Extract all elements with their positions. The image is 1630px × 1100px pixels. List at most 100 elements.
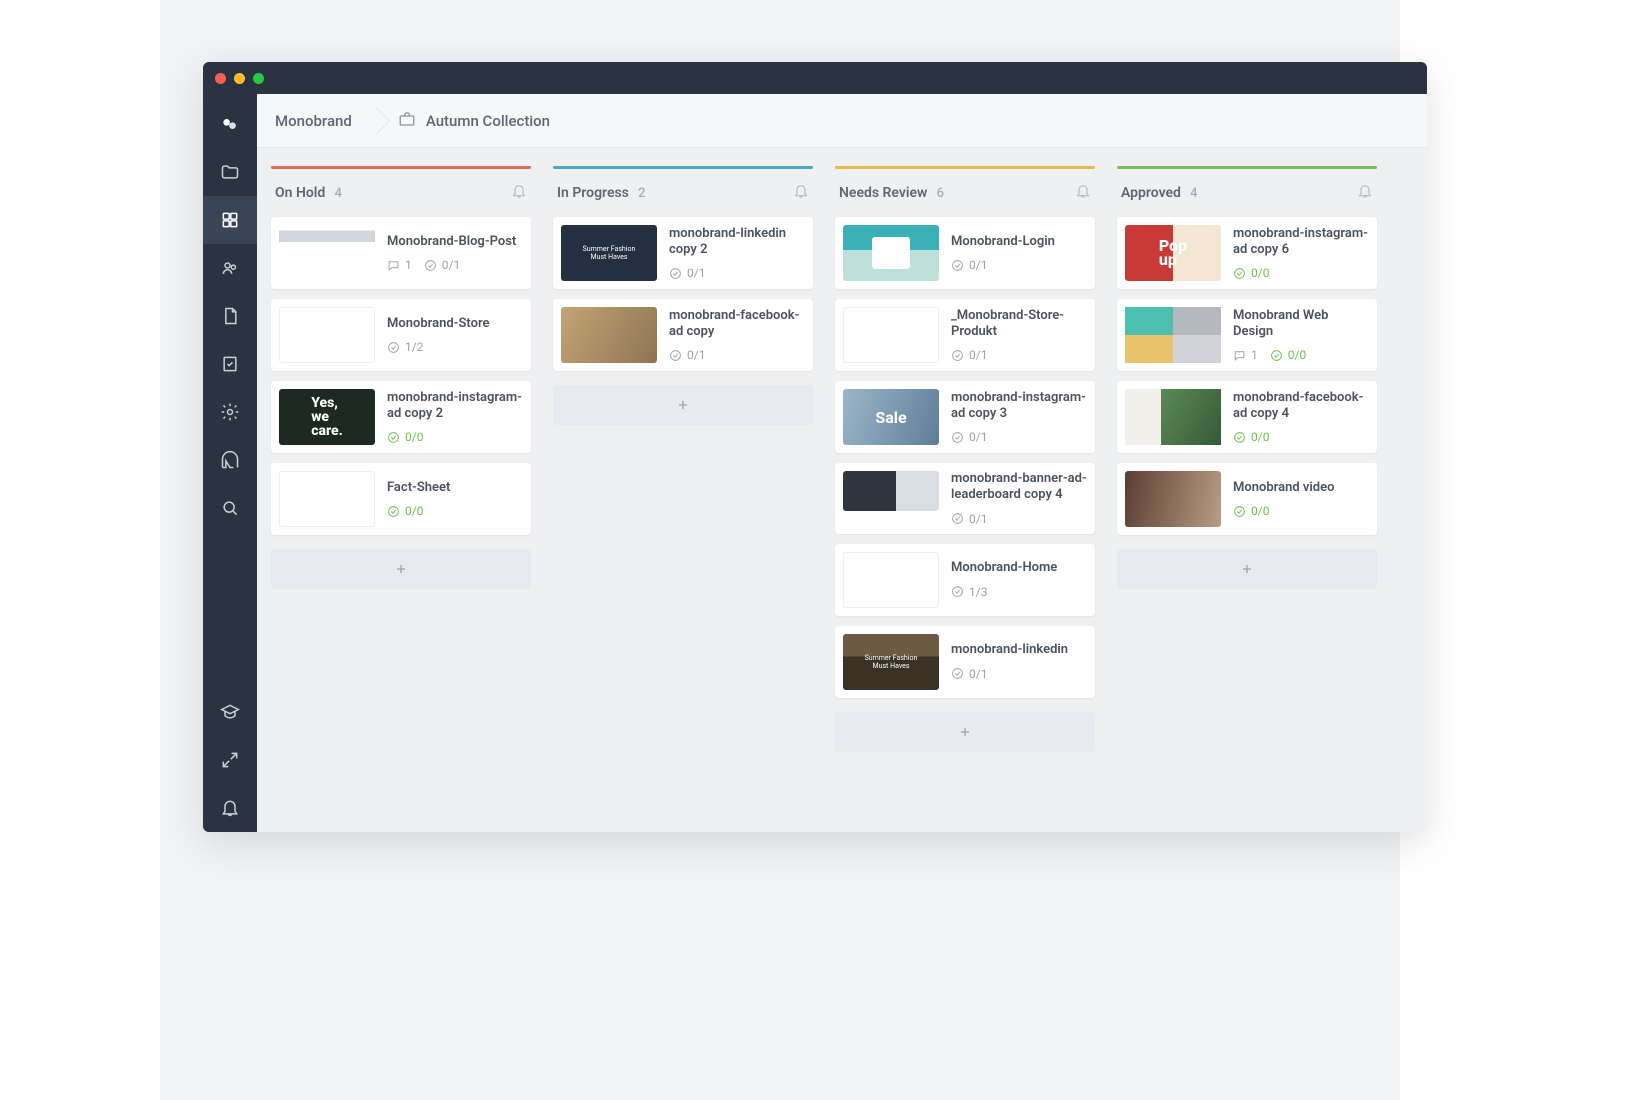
card-approval: 0/1 xyxy=(951,348,987,362)
card-thumbnail: Sale xyxy=(843,389,939,445)
column-title: In Progress xyxy=(557,185,629,201)
card-approval: 1/2 xyxy=(387,340,423,354)
nav-team-icon[interactable] xyxy=(203,244,257,292)
column-color-strip xyxy=(1117,166,1377,169)
bell-icon[interactable] xyxy=(511,183,527,203)
window-close-icon[interactable] xyxy=(215,73,226,84)
card[interactable]: Summer Fashion Must Haves monobrand-link… xyxy=(835,626,1095,698)
nav-palette-icon[interactable] xyxy=(203,436,257,484)
card-title: Fact-Sheet xyxy=(387,480,523,496)
card-thumbnail xyxy=(279,471,375,527)
card-approval: 0/1 xyxy=(669,348,705,362)
card-thumbnail: Yes, we care. xyxy=(279,389,375,445)
column-approved: Approved 4 Pop up monobrand-instagram-ad… xyxy=(1117,166,1377,752)
card-title: Monobrand-Login xyxy=(951,234,1087,250)
column-count: 4 xyxy=(1190,186,1197,201)
briefcase-icon xyxy=(398,110,416,132)
card[interactable]: Fact-Sheet 0/0 xyxy=(271,463,531,535)
app-window: Monobrand Autumn Collection xyxy=(203,62,1427,832)
card-title: monobrand-banner-ad-leaderboard copy 4 xyxy=(951,471,1087,504)
card-title: Monobrand video xyxy=(1233,480,1369,496)
card-title: monobrand-instagram-ad copy 6 xyxy=(1233,226,1369,259)
add-card-button[interactable] xyxy=(553,385,813,425)
card[interactable]: Sale monobrand-instagram-ad copy 3 0/1 xyxy=(835,381,1095,453)
card[interactable]: Monobrand-Blog-Post 1 0/1 xyxy=(271,217,531,289)
nav-settings-icon[interactable] xyxy=(203,388,257,436)
nav-notifications-icon[interactable] xyxy=(203,784,257,832)
card-approval: 0/1 xyxy=(669,266,705,280)
column-in-progress: In Progress 2 Summer Fashion Must Haves … xyxy=(553,166,813,752)
breadcrumb-project-label: Autumn Collection xyxy=(426,112,550,130)
card-thumbnail xyxy=(561,307,657,363)
card[interactable]: Yes, we care. monobrand-instagram-ad cop… xyxy=(271,381,531,453)
card[interactable]: _Monobrand-Store-Produkt 0/1 xyxy=(835,299,1095,371)
card-thumbnail xyxy=(1125,471,1221,527)
column-color-strip xyxy=(835,166,1095,169)
card-comments: 1 xyxy=(1233,348,1258,362)
card-approval: 0/0 xyxy=(1233,266,1269,280)
card-title: _Monobrand-Store-Produkt xyxy=(951,308,1087,341)
nav-checklist-icon[interactable] xyxy=(203,340,257,388)
main-area: Monobrand Autumn Collection xyxy=(257,94,1427,832)
nav-search-icon[interactable] xyxy=(203,484,257,532)
window-zoom-icon[interactable] xyxy=(253,73,264,84)
card[interactable]: Summer Fashion Must Haves monobrand-link… xyxy=(553,217,813,289)
card-thumbnail xyxy=(1125,389,1221,445)
card[interactable]: monobrand-facebook-ad copy 4 0/0 xyxy=(1117,381,1377,453)
nav-sidebar xyxy=(203,94,257,832)
breadcrumb-project[interactable]: Autumn Collection xyxy=(372,94,570,148)
card-title: Monobrand-Home xyxy=(951,560,1087,576)
card[interactable]: monobrand-facebook-ad copy 0/1 xyxy=(553,299,813,371)
card-thumbnail xyxy=(279,225,375,281)
card-thumbnail xyxy=(843,225,939,281)
card[interactable]: Monobrand video 0/0 xyxy=(1117,463,1377,535)
column-color-strip xyxy=(553,166,813,169)
breadcrumb-bar: Monobrand Autumn Collection xyxy=(257,94,1427,148)
card-title: monobrand-instagram-ad copy 3 xyxy=(951,390,1087,423)
card-approval: 0/1 xyxy=(951,667,987,681)
card[interactable]: Monobrand Web Design 1 0/0 xyxy=(1117,299,1377,371)
card-thumbnail xyxy=(843,552,939,608)
card-comments: 1 xyxy=(387,258,412,272)
card[interactable]: Monobrand-Home 1/3 xyxy=(835,544,1095,616)
card-thumbnail xyxy=(279,307,375,363)
bell-icon[interactable] xyxy=(793,183,809,203)
card-thumbnail: Summer Fashion Must Haves xyxy=(561,225,657,281)
column-title: Approved xyxy=(1121,185,1181,201)
nav-document-icon[interactable] xyxy=(203,292,257,340)
card[interactable]: Monobrand-Store 1/2 xyxy=(271,299,531,371)
card-approval: 1/3 xyxy=(951,585,987,599)
add-card-button[interactable] xyxy=(1117,549,1377,589)
card-approval: 0/0 xyxy=(387,430,423,444)
card-title: monobrand-linkedin copy 2 xyxy=(669,226,805,259)
card-approval: 0/0 xyxy=(1270,348,1306,362)
nav-board-icon[interactable] xyxy=(203,196,257,244)
add-card-button[interactable] xyxy=(835,712,1095,752)
card-title: monobrand-facebook-ad copy xyxy=(669,308,805,341)
window-titlebar xyxy=(203,62,1427,94)
card-approval: 0/1 xyxy=(951,258,987,272)
card-title: monobrand-facebook-ad copy 4 xyxy=(1233,390,1369,423)
card-thumbnail xyxy=(843,307,939,363)
column-count: 2 xyxy=(638,186,645,201)
add-card-button[interactable] xyxy=(271,549,531,589)
card-thumbnail: Summer Fashion Must Haves xyxy=(843,634,939,690)
card[interactable]: Pop up monobrand-instagram-ad copy 6 0/0 xyxy=(1117,217,1377,289)
card-title: monobrand-linkedin xyxy=(951,642,1087,658)
app-logo-icon[interactable] xyxy=(203,100,257,148)
card[interactable]: monobrand-banner-ad-leaderboard copy 4 0… xyxy=(835,463,1095,534)
bell-icon[interactable] xyxy=(1357,183,1373,203)
window-minimize-icon[interactable] xyxy=(234,73,245,84)
column-on-hold: On Hold 4 Monobrand-Blog-Post xyxy=(271,166,531,752)
card-thumbnail xyxy=(1125,307,1221,363)
card-approval: 0/1 xyxy=(951,430,987,444)
nav-learn-icon[interactable] xyxy=(203,688,257,736)
nav-expand-icon[interactable] xyxy=(203,736,257,784)
card-thumbnail: Pop up xyxy=(1125,225,1221,281)
bell-icon[interactable] xyxy=(1075,183,1091,203)
breadcrumb-workspace[interactable]: Monobrand xyxy=(275,94,372,148)
card-approval: 0/1 xyxy=(424,258,460,272)
column-count: 6 xyxy=(937,186,944,201)
card[interactable]: Monobrand-Login 0/1 xyxy=(835,217,1095,289)
nav-folder-icon[interactable] xyxy=(203,148,257,196)
